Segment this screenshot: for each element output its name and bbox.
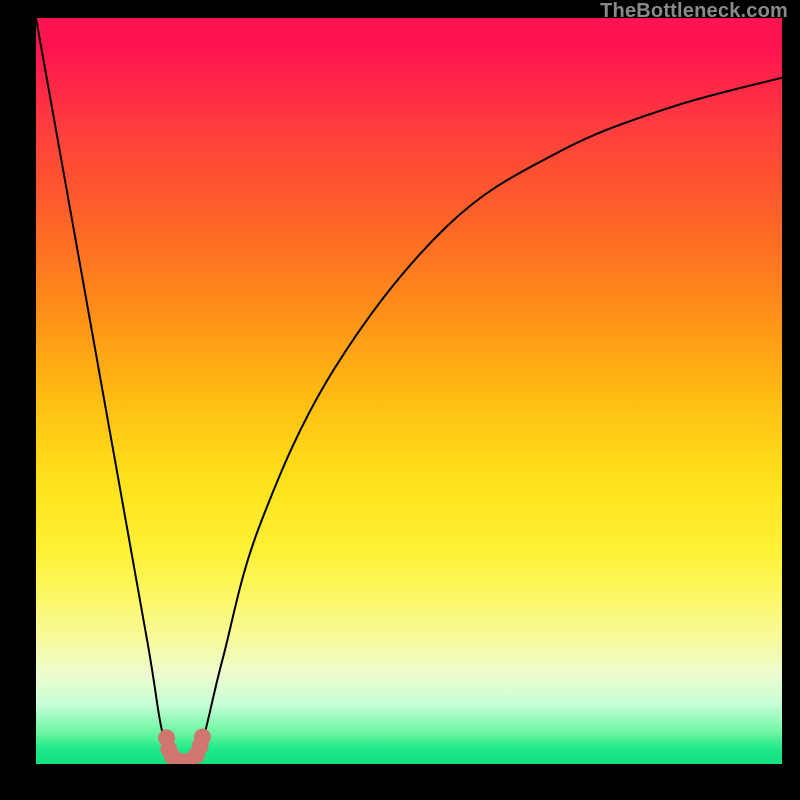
curve-layer: [36, 18, 782, 764]
plot-area: [36, 18, 782, 764]
bottleneck-curve: [36, 18, 782, 764]
watermark-text: TheBottleneck.com: [600, 0, 788, 23]
marker-dot: [194, 729, 211, 746]
chart-frame: TheBottleneck.com: [0, 0, 800, 800]
near-optimal-markers: [158, 729, 211, 764]
